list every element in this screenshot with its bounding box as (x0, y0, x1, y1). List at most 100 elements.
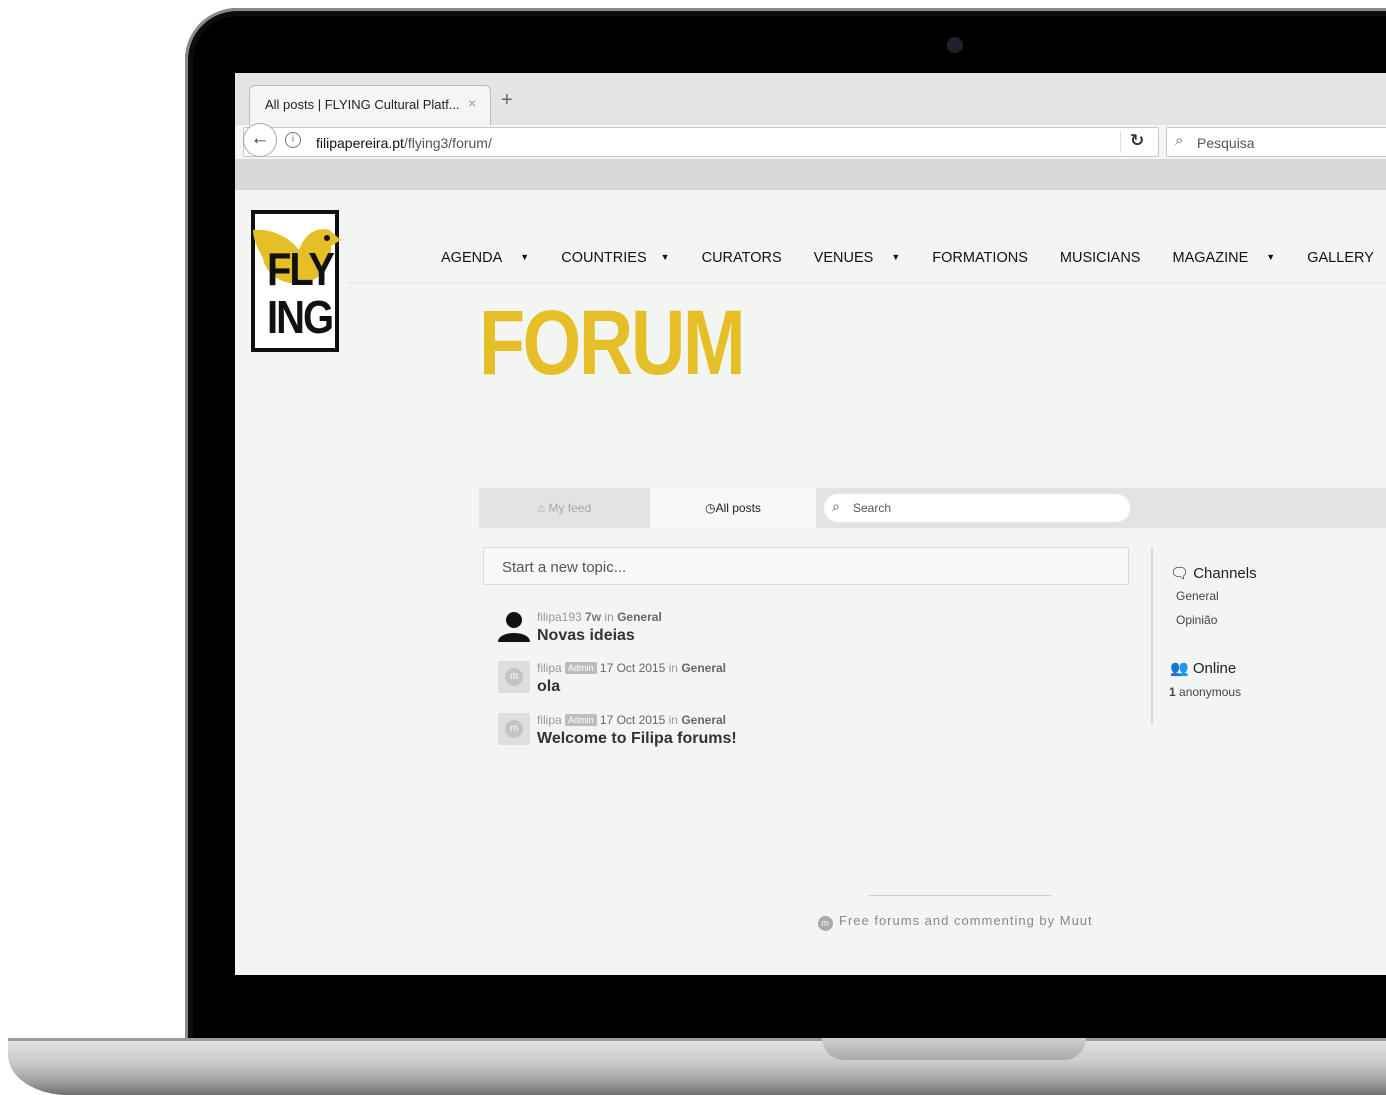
page-title: FORUM (479, 292, 746, 394)
tab-all-posts-label: All posts (715, 501, 761, 515)
sidebar-item-opiniao[interactable]: Opinião (1176, 613, 1217, 627)
post-in: in (604, 610, 614, 624)
clock-icon: ◷ (705, 501, 716, 515)
post-time: 7w (585, 610, 602, 624)
caret-down-icon: ▼ (660, 252, 670, 262)
url-text[interactable]: filipapereira.pt/flying3/forum/ (316, 135, 492, 151)
nav-label: GALLERY (1307, 250, 1374, 266)
post-author[interactable]: filipa (537, 661, 562, 675)
post-time: 17 Oct 2015 (599, 713, 666, 727)
footer-text: Free forums and commenting by Muut (839, 913, 1093, 928)
url-host: filipapereira.pt (316, 135, 404, 151)
caret-down-icon: ▼ (1266, 252, 1276, 262)
reload-icon[interactable]: ↻ (1130, 131, 1144, 151)
tab-all-posts[interactable]: ◷All posts (650, 488, 816, 528)
nav-item-curators[interactable]: CURATORS (702, 250, 796, 266)
new-tab-button[interactable]: + (501, 89, 513, 112)
online-count: 1 (1169, 685, 1176, 699)
person-icon (498, 612, 530, 642)
muut-icon: m (818, 916, 833, 931)
post-in: in (668, 713, 678, 727)
home-icon: ⌂ (537, 501, 546, 515)
new-topic-placeholder: Start a new topic... (502, 559, 627, 576)
url-bar[interactable]: filipapereira.pt/flying3/forum/ ↻ (243, 127, 1159, 157)
nav-label: VENUES (813, 250, 874, 266)
url-path: /flying3/forum/ (403, 135, 492, 151)
online-heading: 👥 Online (1170, 659, 1236, 677)
site-logo[interactable]: FLY ING (251, 210, 341, 352)
laptop-base (8, 1038, 1386, 1095)
admin-badge: Admin (565, 714, 597, 726)
nav-item-venues[interactable]: VENUES ▼ (814, 250, 915, 266)
post-channel[interactable]: General (681, 713, 726, 727)
url-divider (1120, 131, 1121, 153)
browser-search-bar[interactable]: ⌕ Pesquisa (1166, 127, 1386, 157)
camera-icon (949, 39, 961, 51)
laptop-notch (822, 1038, 1086, 1060)
tab-my-feed-label: My feed (548, 501, 592, 515)
online-label: anonymous (1179, 685, 1242, 699)
nav-item-gallery[interactable]: GALLERY (1307, 250, 1386, 266)
post-title[interactable]: Novas ideias (537, 627, 635, 645)
muut-icon: m (498, 661, 530, 693)
channels-title: Channels (1193, 565, 1257, 582)
post-title[interactable]: Welcome to Filipa forums! (537, 730, 737, 748)
search-icon: ⌕ (832, 498, 840, 514)
close-icon[interactable]: × (468, 95, 476, 111)
tab-bar: All posts | FLYING Cultural Platf... × + (235, 73, 1386, 126)
nav-label: FORMATIONS (932, 250, 1028, 266)
main-navigation: AGENDA ▼ COUNTRIES ▼ CURATORS VENUES ▼ FO… (441, 250, 1386, 266)
admin-badge: Admin (565, 662, 597, 674)
online-status: 1 anonymous (1169, 685, 1241, 699)
footer-divider (869, 895, 1051, 896)
nav-label: COUNTRIES (561, 250, 647, 266)
sidebar-divider (1151, 547, 1153, 725)
logo-text-fly: FLY (267, 244, 335, 296)
footer-link[interactable]: m Free forums and commenting by Muut (818, 913, 1093, 931)
nav-item-magazine[interactable]: MAGAZINE ▼ (1173, 250, 1290, 266)
tab-my-feed[interactable]: ⌂ My feed (479, 488, 650, 528)
nav-label: MAGAZINE (1172, 250, 1249, 266)
back-button[interactable]: ← (243, 123, 277, 157)
caret-down-icon: ▼ (520, 252, 530, 262)
nav-label: AGENDA (441, 250, 503, 266)
browser-window: All posts | FLYING Cultural Platf... × +… (235, 73, 1386, 975)
toolbar-strip (235, 159, 1386, 189)
tab-title: All posts | FLYING Cultural Platf... (265, 97, 460, 112)
chat-icon: 🗨 (1170, 565, 1190, 582)
arrow-left-icon: ← (250, 128, 270, 149)
post-channel[interactable]: General (617, 610, 662, 624)
nav-item-agenda[interactable]: AGENDA ▼ (441, 250, 543, 266)
forum-search-placeholder: Search (853, 501, 892, 515)
post-meta: filipa Admin 17 Oct 2015 in General (537, 713, 726, 727)
nav-label: MUSICIANS (1059, 250, 1141, 266)
post-in: in (668, 661, 678, 675)
search-icon: ⌕ (1175, 132, 1184, 149)
sidebar-item-general[interactable]: General (1176, 589, 1219, 603)
nav-divider (348, 282, 1386, 284)
caret-down-icon: ▼ (891, 252, 901, 262)
laptop-base-edge (8, 1038, 1386, 1041)
nav-item-countries[interactable]: COUNTRIES ▼ (561, 250, 683, 266)
new-topic-input[interactable]: Start a new topic... (483, 547, 1129, 585)
nav-item-musicians[interactable]: MUSICIANS (1060, 250, 1155, 266)
logo-text-ing: ING (267, 292, 334, 344)
post-meta: filipa Admin 17 Oct 2015 in General (537, 661, 726, 675)
post-time: 17 Oct 2015 (599, 661, 666, 675)
info-icon[interactable]: i (285, 132, 301, 148)
forum-search-input[interactable]: ⌕ Search (824, 494, 1130, 522)
browser-search-placeholder: Pesquisa (1197, 135, 1255, 151)
users-icon: 👥 (1170, 660, 1189, 677)
post-channel[interactable]: General (681, 661, 726, 675)
browser-tab[interactable]: All posts | FLYING Cultural Platf... × (249, 85, 491, 126)
post-title[interactable]: ola (537, 678, 560, 696)
channels-heading: 🗨 Channels (1170, 564, 1257, 582)
navigation-bar: filipapereira.pt/flying3/forum/ ↻ ← i ⌕ … (235, 123, 1386, 190)
post-meta: filipa193 7w in General (537, 610, 662, 624)
nav-item-formations[interactable]: FORMATIONS (932, 250, 1042, 266)
post-author[interactable]: filipa (537, 713, 562, 727)
post-author[interactable]: filipa193 (537, 610, 582, 624)
online-title: Online (1192, 660, 1237, 677)
muut-icon: m (498, 713, 530, 745)
forum-tab-bar: ⌂ My feed ◷All posts ⌕ Search (479, 488, 1386, 528)
